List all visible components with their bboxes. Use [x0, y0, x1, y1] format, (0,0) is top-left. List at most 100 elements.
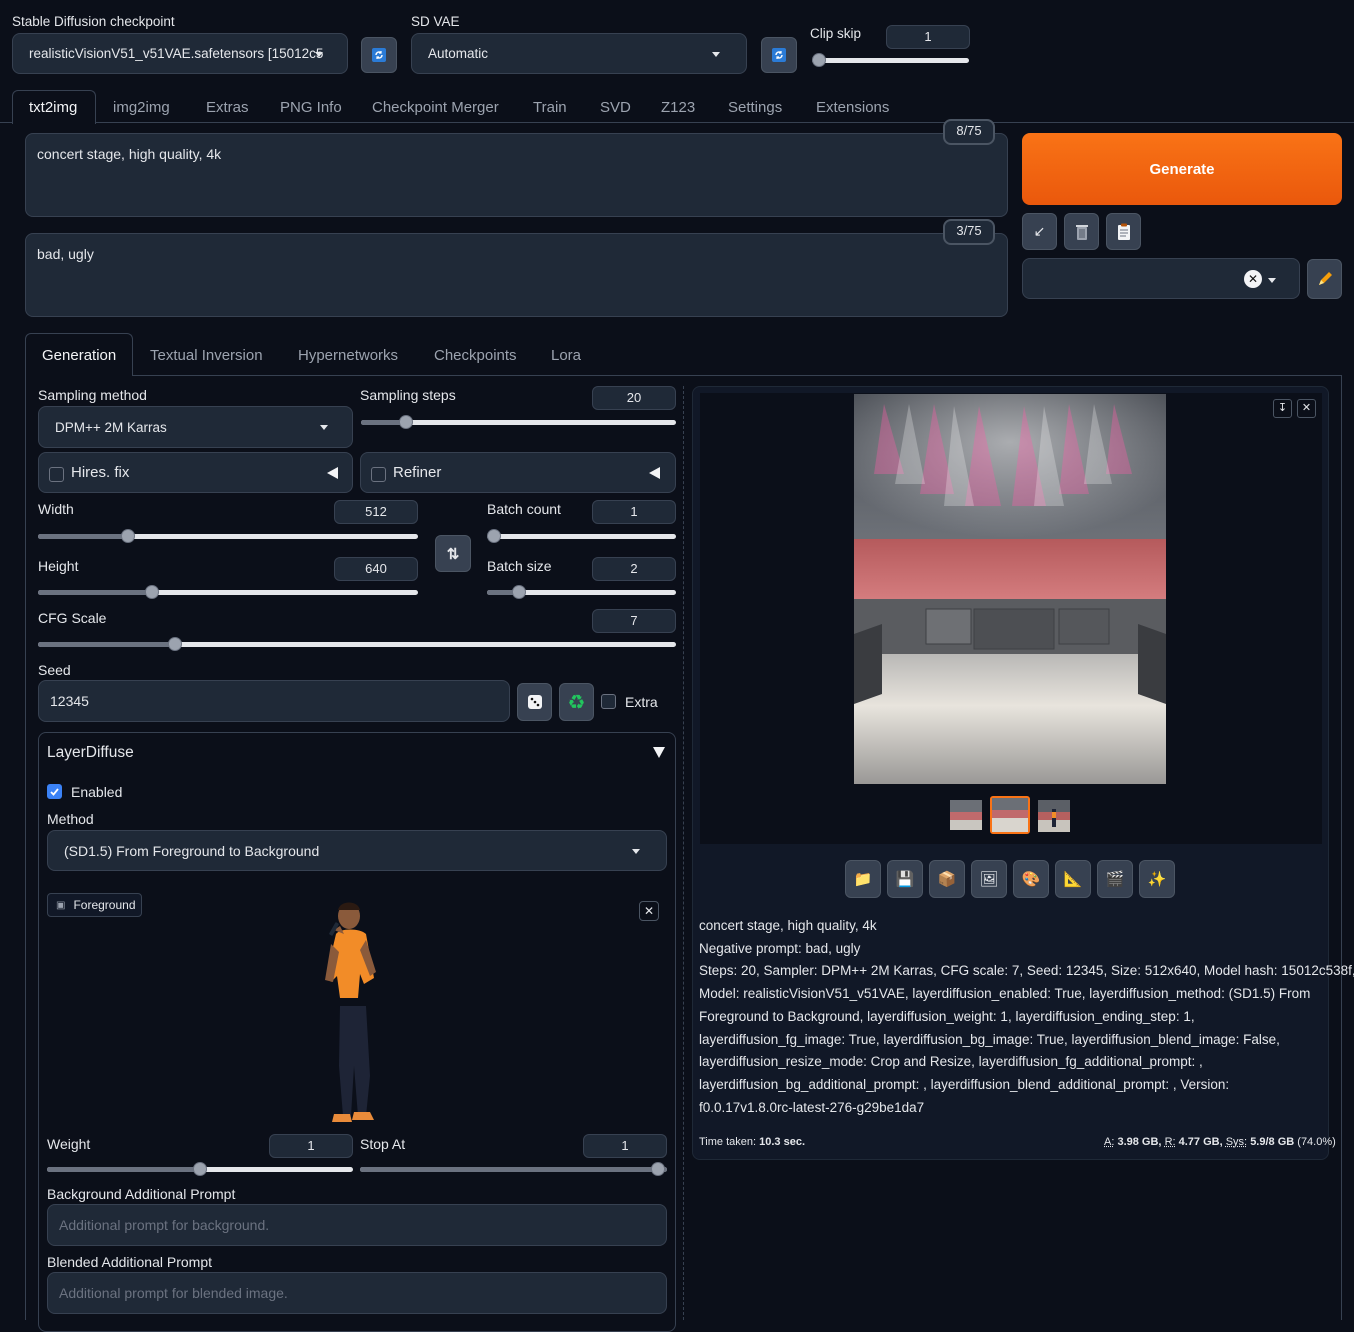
picture-icon: 🖼: [979, 870, 998, 888]
mem-sys-label: Sys:: [1226, 1136, 1247, 1148]
width-input[interactable]: 512: [334, 500, 418, 524]
swap-dimensions-button[interactable]: ⇅: [435, 535, 471, 572]
gallery-thumbnail-selected[interactable]: [990, 796, 1030, 834]
refresh-vae-button[interactable]: [761, 37, 797, 73]
read-params-button[interactable]: ↙: [1022, 213, 1057, 250]
tab-extensions[interactable]: Extensions: [816, 99, 889, 116]
collapse-arrow-icon[interactable]: [327, 467, 338, 479]
generate-button[interactable]: Generate: [1022, 133, 1342, 205]
stop-at-slider[interactable]: [360, 1167, 667, 1172]
tab-png-info[interactable]: PNG Info: [280, 99, 342, 116]
send-to-img2img-button[interactable]: 🖼: [971, 860, 1007, 898]
ruler-icon: 📐: [1064, 870, 1083, 888]
tab-svd[interactable]: SVD: [600, 99, 631, 116]
sampling-steps-slider[interactable]: [361, 420, 676, 425]
weight-input[interactable]: 1: [269, 1134, 353, 1158]
weight-slider[interactable]: [47, 1167, 353, 1172]
seed-input[interactable]: 12345: [38, 680, 510, 722]
tab-extras[interactable]: Extras: [206, 99, 249, 116]
slider-handle[interactable]: [487, 529, 501, 543]
prompt-textarea[interactable]: concert stage, high quality, 4k: [25, 133, 1008, 217]
slider-handle[interactable]: [168, 637, 182, 651]
width-slider[interactable]: [38, 534, 418, 539]
slider-handle[interactable]: [145, 585, 159, 599]
vae-dropdown[interactable]: Automatic: [411, 33, 747, 74]
refresh-checkpoint-button[interactable]: [361, 37, 397, 73]
foreground-image[interactable]: [318, 892, 398, 1132]
batch-size-input[interactable]: 2: [592, 557, 676, 581]
clear-icon[interactable]: ✕: [1244, 270, 1262, 288]
open-folder-button[interactable]: 📁: [845, 860, 881, 898]
save-button[interactable]: 💾: [887, 860, 923, 898]
batch-size-label: Batch size: [487, 558, 552, 574]
upscale-button[interactable]: ✨: [1139, 860, 1175, 898]
clip-skip-slider[interactable]: [812, 58, 969, 63]
foreground-label-text: Foreground: [73, 898, 135, 912]
tab-settings[interactable]: Settings: [728, 99, 782, 116]
collapse-arrow-icon[interactable]: [649, 467, 660, 479]
blend-prompt-textarea[interactable]: Additional prompt for blended image.: [47, 1272, 667, 1314]
height-input[interactable]: 640: [334, 557, 418, 581]
sampling-method-dropdown[interactable]: DPM++ 2M Karras: [38, 406, 353, 448]
slider-handle[interactable]: [651, 1162, 665, 1176]
checkpoint-dropdown[interactable]: realisticVisionV51_v51VAE.safetensors [1…: [12, 33, 348, 74]
refiner-accordion[interactable]: Refiner: [360, 452, 676, 493]
clear-foreground-button[interactable]: ✕: [639, 901, 659, 921]
bg-prompt-textarea[interactable]: Additional prompt for background.: [47, 1204, 667, 1246]
tab-img2img[interactable]: img2img: [113, 99, 170, 116]
extra-seed-checkbox[interactable]: [601, 694, 616, 709]
method-dropdown[interactable]: (SD1.5) From Foreground to Background: [47, 830, 667, 871]
send-to-extras-button[interactable]: 📐: [1055, 860, 1091, 898]
zip-button[interactable]: 📦: [929, 860, 965, 898]
subtab-textual-inversion[interactable]: Textual Inversion: [150, 347, 263, 364]
gallery-main-image[interactable]: [854, 394, 1166, 784]
chevron-down-icon: [632, 849, 640, 854]
clear-prompt-button[interactable]: [1064, 213, 1099, 250]
cfg-scale-slider[interactable]: [38, 642, 676, 647]
expand-arrow-icon[interactable]: [653, 747, 665, 758]
edit-styles-button[interactable]: [1307, 259, 1342, 299]
gallery-thumbnail[interactable]: [950, 800, 982, 830]
hires-fix-accordion[interactable]: Hires. fix: [38, 452, 353, 493]
sampling-steps-input[interactable]: 20: [592, 386, 676, 410]
random-seed-button[interactable]: [517, 683, 552, 721]
negative-prompt-textarea[interactable]: bad, ugly: [25, 233, 1008, 317]
slider-handle[interactable]: [812, 53, 826, 67]
close-icon: ✕: [1302, 402, 1311, 414]
send-to-inpaint-button[interactable]: 🎨: [1013, 860, 1049, 898]
batch-count-slider[interactable]: [487, 534, 676, 539]
styles-dropdown[interactable]: ✕: [1022, 258, 1300, 299]
reuse-seed-button[interactable]: ♻: [559, 683, 594, 721]
batch-count-input[interactable]: 1: [592, 500, 676, 524]
close-gallery-button[interactable]: ✕: [1297, 399, 1316, 418]
send-to-svd-button[interactable]: 🎬: [1097, 860, 1133, 898]
subtab-lora[interactable]: Lora: [551, 347, 581, 364]
enabled-checkbox[interactable]: [47, 784, 62, 799]
tab-train[interactable]: Train: [533, 99, 567, 116]
subtab-hypernetworks[interactable]: Hypernetworks: [298, 347, 398, 364]
tab-z123[interactable]: Z123: [661, 99, 695, 116]
height-slider[interactable]: [38, 590, 418, 595]
slider-handle[interactable]: [193, 1162, 207, 1176]
batch-size-slider[interactable]: [487, 590, 676, 595]
subtab-checkpoints[interactable]: Checkpoints: [434, 347, 517, 364]
paste-styles-button[interactable]: [1106, 213, 1141, 250]
download-button[interactable]: ↧: [1273, 399, 1292, 418]
mem-sys-value: 5.9/8 GB: [1250, 1136, 1294, 1148]
palette-icon: 🎨: [1022, 870, 1041, 888]
cfg-scale-input[interactable]: 7: [592, 609, 676, 633]
memory-stats: A: 3.98 GB, R: 4.77 GB, Sys: 5.9/8 GB (7…: [1104, 1136, 1336, 1148]
slider-handle[interactable]: [121, 529, 135, 543]
slider-handle[interactable]: [399, 415, 413, 429]
slider-handle[interactable]: [512, 585, 526, 599]
refiner-checkbox[interactable]: [371, 467, 386, 482]
hires-fix-checkbox[interactable]: [49, 467, 64, 482]
stop-at-input[interactable]: 1: [583, 1134, 667, 1158]
tab-checkpoint-merger[interactable]: Checkpoint Merger: [372, 99, 499, 116]
clip-skip-input[interactable]: 1: [886, 25, 970, 49]
tab-txt2img[interactable]: txt2img: [29, 99, 77, 116]
subtab-generation[interactable]: Generation: [42, 347, 116, 364]
foreground-image-label: ▣ Foreground: [47, 893, 142, 917]
slider-fill: [38, 590, 152, 595]
gallery-thumbnail[interactable]: [1038, 800, 1070, 832]
